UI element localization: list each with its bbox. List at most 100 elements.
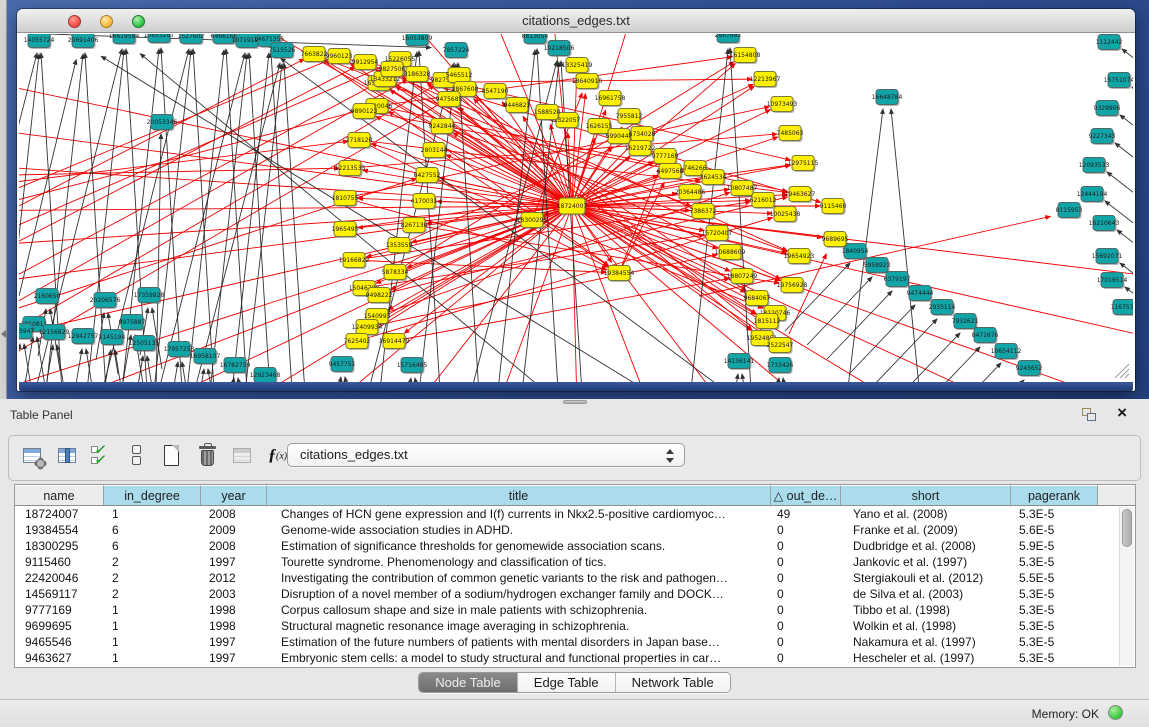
table-cell-name[interactable]: 14569117 bbox=[15, 586, 104, 602]
network-graph-canvas[interactable]: 1405572420691406166195841065326715276026… bbox=[19, 34, 1133, 382]
column-header-year[interactable]: year bbox=[201, 485, 267, 505]
graph-node[interactable]: 18724007 bbox=[557, 198, 588, 216]
graph-node[interactable]: 20053346 bbox=[147, 115, 178, 132]
graph-node[interactable]: 10654112 bbox=[991, 344, 1022, 361]
graph-node[interactable]: 16619584 bbox=[109, 34, 140, 45]
graph-node[interactable]: 19463627 bbox=[785, 187, 816, 204]
graph-node[interactable]: 19166822 bbox=[339, 253, 370, 270]
graph-node[interactable]: 8547190 bbox=[482, 84, 509, 101]
table-cell-year[interactable]: 1997 bbox=[201, 554, 267, 570]
table-cell-in_degree[interactable]: 6 bbox=[104, 522, 201, 538]
table-row[interactable]: 1938455462009Genome-wide association stu… bbox=[15, 522, 1135, 538]
table-cell-pagerank[interactable]: 5.3E-5 bbox=[1011, 586, 1098, 602]
table-row[interactable]: 969969511998Structural magnetic resonanc… bbox=[15, 618, 1135, 634]
graph-node[interactable]: 8186328 bbox=[404, 67, 431, 84]
graph-node[interactable]: 14055724 bbox=[24, 34, 55, 49]
graph-node[interactable]: 9684067 bbox=[744, 291, 771, 308]
table-cell-year[interactable]: 1997 bbox=[201, 634, 267, 650]
column-header-short[interactable]: short bbox=[841, 485, 1011, 505]
graph-node[interactable]: 2160650 bbox=[34, 289, 61, 306]
tab-network-table[interactable]: Network Table bbox=[615, 673, 730, 692]
table-cell-pagerank[interactable]: 5.3E-5 bbox=[1011, 618, 1098, 634]
table-cell-out_de[interactable]: 0 bbox=[771, 586, 841, 602]
graph-node[interactable]: 7625402 bbox=[344, 334, 371, 351]
graph-node[interactable]: 2867682 bbox=[715, 34, 742, 44]
graph-node[interactable]: 16782759 bbox=[220, 358, 251, 375]
table-cell-pagerank[interactable]: 5.3E-5 bbox=[1011, 506, 1098, 522]
tab-edge-table[interactable]: Edge Table bbox=[517, 673, 615, 692]
graph-node[interactable]: 16053809 bbox=[402, 34, 433, 47]
graph-node[interactable]: 12213533 bbox=[335, 161, 366, 178]
graph-node[interactable]: 10025438 bbox=[770, 207, 801, 224]
table-row[interactable]: 1830029562008Estimation of significance … bbox=[15, 538, 1135, 554]
table-cell-short[interactable]: Nakamura et al. (1997) bbox=[841, 634, 1011, 650]
table-cell-short[interactable]: de Silva et al. (2003) bbox=[841, 586, 1011, 602]
table-cell-name[interactable]: 9465546 bbox=[15, 634, 104, 650]
table-cell-short[interactable]: Wolkin et al. (1998) bbox=[841, 618, 1011, 634]
table-cell-title[interactable]: Embryonic stem cells: a model to study s… bbox=[267, 650, 771, 666]
graph-node[interactable]: 10653267 bbox=[144, 34, 175, 44]
table-cell-name[interactable]: 22420046 bbox=[15, 570, 104, 586]
graph-node[interactable]: 4170031 bbox=[411, 194, 438, 211]
table-cell-name[interactable]: 18300295 bbox=[15, 538, 104, 554]
side-collapse-strip[interactable] bbox=[0, 0, 7, 399]
graph-node[interactable]: 1145194 bbox=[99, 330, 126, 347]
table-cell-year[interactable]: 2008 bbox=[201, 538, 267, 554]
graph-node[interactable]: 5958923 bbox=[864, 258, 891, 275]
graph-node[interactable]: 20206576 bbox=[90, 293, 121, 310]
table-row[interactable]: 977716911998Corpus callosum shape and si… bbox=[15, 602, 1135, 618]
graph-node[interactable]: 9777169 bbox=[652, 149, 679, 166]
table-scrollbar-thumb[interactable] bbox=[1122, 509, 1132, 547]
graph-node[interactable]: 17016514 bbox=[1097, 273, 1128, 290]
graph-node[interactable]: 1965495 bbox=[332, 222, 359, 239]
graph-node[interactable]: 9115460 bbox=[820, 199, 847, 216]
table-cell-pagerank[interactable]: 5.3E-5 bbox=[1011, 602, 1098, 618]
table-cell-out_de[interactable]: 49 bbox=[771, 506, 841, 522]
graph-node[interactable]: 1810755 bbox=[332, 191, 359, 208]
table-cell-name[interactable]: 9463627 bbox=[15, 650, 104, 666]
table-settings-icon[interactable] bbox=[21, 443, 45, 469]
graph-node[interactable]: 6216012 bbox=[750, 193, 777, 210]
table-cell-short[interactable]: Hescheler et al. (1997) bbox=[841, 650, 1011, 666]
table-cell-out_de[interactable]: 0 bbox=[771, 570, 841, 586]
table-cell-title[interactable]: Tourette syndrome. Phenomenology and cla… bbox=[267, 554, 771, 570]
table-cell-year[interactable]: 2009 bbox=[201, 522, 267, 538]
table-cell-year[interactable]: 1998 bbox=[201, 618, 267, 634]
table-cell-short[interactable]: Yano et al. (2008) bbox=[841, 506, 1011, 522]
graph-node[interactable]: 1112442 bbox=[1096, 35, 1123, 52]
graph-node[interactable]: 8813054 bbox=[522, 34, 549, 45]
column-header-title[interactable]: title bbox=[267, 485, 771, 505]
graph-node[interactable]: 19218506 bbox=[544, 41, 575, 58]
graph-node[interactable]: 9890123 bbox=[351, 104, 378, 121]
graph-node[interactable]: 9227343 bbox=[1089, 129, 1116, 146]
graph-node[interactable]: 9912954 bbox=[352, 55, 379, 72]
table-cell-year[interactable]: 2012 bbox=[201, 570, 267, 586]
table-cell-title[interactable]: Estimation of significance thresholds fo… bbox=[267, 538, 771, 554]
graph-node[interactable]: 5878334 bbox=[382, 265, 409, 282]
delete-trash-icon[interactable] bbox=[196, 443, 220, 469]
graph-node[interactable]: 3915947 bbox=[19, 324, 35, 341]
graph-node[interactable]: 7485063 bbox=[777, 126, 804, 143]
graph-node[interactable]: 8471676 bbox=[972, 328, 999, 345]
table-cell-out_de[interactable]: 0 bbox=[771, 650, 841, 666]
graph-node[interactable]: 12942757 bbox=[68, 329, 99, 346]
graph-node[interactable]: 18300295 bbox=[517, 213, 548, 230]
graph-node[interactable]: 16958107 bbox=[190, 349, 221, 366]
graph-node[interactable]: 17359928 bbox=[134, 288, 165, 305]
graph-node[interactable]: 2935114 bbox=[929, 300, 956, 317]
table-scrollbar[interactable] bbox=[1119, 507, 1134, 666]
table-row[interactable]: 2242004622012Investigating the contribut… bbox=[15, 570, 1135, 586]
graph-node[interactable]: 12093533 bbox=[1079, 158, 1110, 175]
table-cell-title[interactable]: Structural magnetic resonance image aver… bbox=[267, 618, 771, 634]
column-header-name[interactable]: name bbox=[15, 485, 104, 505]
column-header-pagerank[interactable]: pagerank bbox=[1011, 485, 1098, 505]
select-all-check-icon[interactable]: ✓✓ bbox=[91, 443, 115, 469]
graph-node[interactable]: 16961758 bbox=[595, 91, 626, 108]
graph-node[interactable]: 12444194 bbox=[1077, 187, 1108, 204]
table-cell-year[interactable]: 2008 bbox=[201, 506, 267, 522]
float-panel-icon[interactable] bbox=[1082, 408, 1097, 422]
table-cell-pagerank[interactable]: 5.5E-5 bbox=[1011, 570, 1098, 586]
graph-node[interactable]: 19384554 bbox=[604, 266, 635, 283]
graph-node[interactable]: 9457751 bbox=[329, 357, 356, 374]
graph-node[interactable]: 15716485 bbox=[397, 358, 428, 375]
